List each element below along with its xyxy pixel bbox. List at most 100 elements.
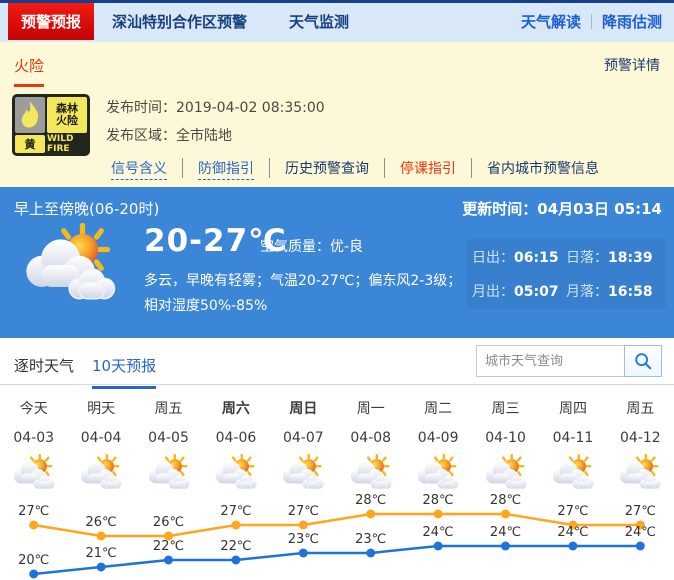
date-label: 04-05 (135, 430, 202, 446)
day-label: 周二 (404, 398, 471, 418)
temp-label: 28℃ (355, 493, 386, 508)
temp-point (299, 549, 308, 558)
tab-shenshan-cooperation-zone[interactable]: 深汕特别合作区预警 (112, 11, 247, 32)
forecast-day-column: 今天04-03 (0, 385, 67, 494)
moonrise-label: 月出： (472, 284, 514, 300)
high-temp-line (34, 514, 641, 536)
link-signal-meaning[interactable]: 信号含义 (96, 158, 182, 178)
warning-body: 森林 火险 黄 WILD FIRE 发布时间：2019-04-02 08:35:… (12, 94, 325, 156)
partly-cloudy-icon (348, 454, 394, 490)
tab-warning-forecast[interactable]: 预警预报 (8, 3, 94, 40)
tab-ten-day-forecast[interactable]: 10天预报 (92, 355, 156, 389)
date-label: 04-08 (337, 430, 404, 446)
temp-point (29, 521, 38, 530)
temp-label: 27℃ (625, 504, 656, 519)
warning-type-line2: 火险 (56, 115, 78, 127)
flame-glyph (18, 100, 42, 130)
day-label: 周三 (472, 398, 539, 418)
partly-cloudy-icon (11, 454, 57, 490)
weather-icon-wrap (202, 454, 269, 494)
moonset-label: 月落： (566, 284, 608, 300)
forecast-days-strip: 今天04-03 明天04-04 (0, 385, 674, 494)
forecast-tabs-row: 逐时天气 10天预报 (0, 338, 674, 385)
weather-icon-wrap (67, 454, 134, 494)
tab-hourly-weather[interactable]: 逐时天气 (14, 355, 74, 386)
link-rain-estimate[interactable]: 降雨估测 (602, 11, 662, 32)
warning-info: 发布时间：2019-04-02 08:35:00 发布区域：全市陆地 (106, 94, 325, 156)
sunset-item: 日落：18:39 (566, 247, 660, 267)
forecast-period-label: 早上至傍晚(06-20时) (14, 198, 159, 219)
weather-icon-wrap (539, 454, 606, 494)
search-icon (633, 351, 653, 371)
link-signal-meaning-label: 信号含义 (111, 161, 167, 180)
tab-weather-monitor[interactable]: 天气监测 (289, 11, 349, 32)
temp-label: 24℃ (625, 525, 656, 540)
temp-point (568, 542, 577, 551)
temp-point (366, 510, 375, 519)
warning-level-badge: 黄 (15, 135, 45, 153)
city-weather-search (476, 345, 662, 377)
date-label: 04-12 (607, 430, 674, 446)
link-weather-interpretation[interactable]: 天气解读 (521, 11, 581, 32)
temp-label: 22℃ (153, 539, 184, 554)
date-label: 04-03 (0, 430, 67, 446)
moonrise-value: 05:07 (514, 284, 559, 300)
date-label: 04-11 (539, 430, 606, 446)
sunrise-label: 日出： (472, 250, 514, 266)
temp-point (366, 549, 375, 558)
ten-day-forecast: 今天04-03 明天04-04 (0, 385, 674, 494)
partly-cloudy-icon (617, 454, 663, 490)
forecast-day-column: 周三 04-10 (472, 385, 539, 494)
temp-label: 27℃ (557, 504, 588, 519)
link-defense-guide[interactable]: 防御指引 (182, 158, 269, 178)
update-time-label: 更新时间： (462, 200, 537, 218)
temp-label: 28℃ (423, 493, 454, 508)
partly-cloudy-icon (415, 454, 461, 490)
link-province-city-warnings[interactable]: 省内城市预警信息 (471, 158, 614, 178)
weather-icon-wrap (404, 454, 471, 494)
forecast-day-column: 周一 04-08 (337, 385, 404, 494)
link-history-warning-query[interactable]: 历史预警查询 (269, 158, 384, 178)
day-label: 周一 (337, 398, 404, 418)
temp-label: 20℃ (18, 553, 49, 568)
search-button[interactable] (624, 345, 662, 377)
low-temp-line (34, 546, 641, 574)
day-label: 周日 (270, 398, 337, 418)
temp-point (164, 556, 173, 565)
sun-moon-panel: 日出：06:15 日落：18:39 月出：05:07 月落：16:58 (466, 239, 666, 309)
link-defense-guide-label: 防御指引 (198, 161, 254, 180)
temp-point (501, 510, 510, 519)
partly-cloudy-icon (213, 454, 259, 490)
sunrise-item: 日出：06:15 (472, 247, 566, 267)
temp-point (97, 532, 106, 541)
tab-fire-risk[interactable]: 火险 (14, 55, 44, 87)
warning-band: 火险 预警详情 森林 火险 黄 WILD FIRE 发布时间：2019-04-0… (0, 42, 674, 187)
top-right-links: 天气解读 降雨估测 (521, 3, 662, 40)
top-nav-links: 深汕特别合作区预警 天气监测 (112, 3, 349, 40)
temp-label: 24℃ (557, 525, 588, 540)
link-warning-details[interactable]: 预警详情 (604, 55, 660, 75)
publish-time-label: 发布时间： (106, 100, 176, 116)
date-label: 04-09 (404, 430, 471, 446)
temp-label: 24℃ (423, 525, 454, 540)
moonset-value: 16:58 (608, 284, 653, 300)
air-quality-label: 空气质量： (260, 239, 330, 255)
weather-icon-wrap (472, 454, 539, 494)
date-label: 04-10 (472, 430, 539, 446)
warning-links-row: 信号含义 防御指引 历史预警查询 停课指引 省内城市预警信息 (96, 158, 614, 178)
warning-type-label: 森林 火险 (47, 97, 87, 133)
temp-point (434, 510, 443, 519)
day-label: 明天 (67, 398, 134, 418)
temp-label: 23℃ (355, 532, 386, 547)
day-label: 周五 (135, 398, 202, 418)
forecast-day-column: 周五 04-05 (135, 385, 202, 494)
update-time: 更新时间：04月03日 05:14 (462, 198, 662, 219)
forecast-day-column: 明天04-04 (67, 385, 134, 494)
search-input[interactable] (476, 345, 624, 377)
divider (591, 14, 592, 29)
link-class-suspension-guide[interactable]: 停课指引 (384, 158, 471, 178)
date-label: 04-07 (270, 430, 337, 446)
temp-label: 26℃ (153, 515, 184, 530)
temp-point (299, 521, 308, 530)
forecast-day-column: 周五04-12 (607, 385, 674, 494)
